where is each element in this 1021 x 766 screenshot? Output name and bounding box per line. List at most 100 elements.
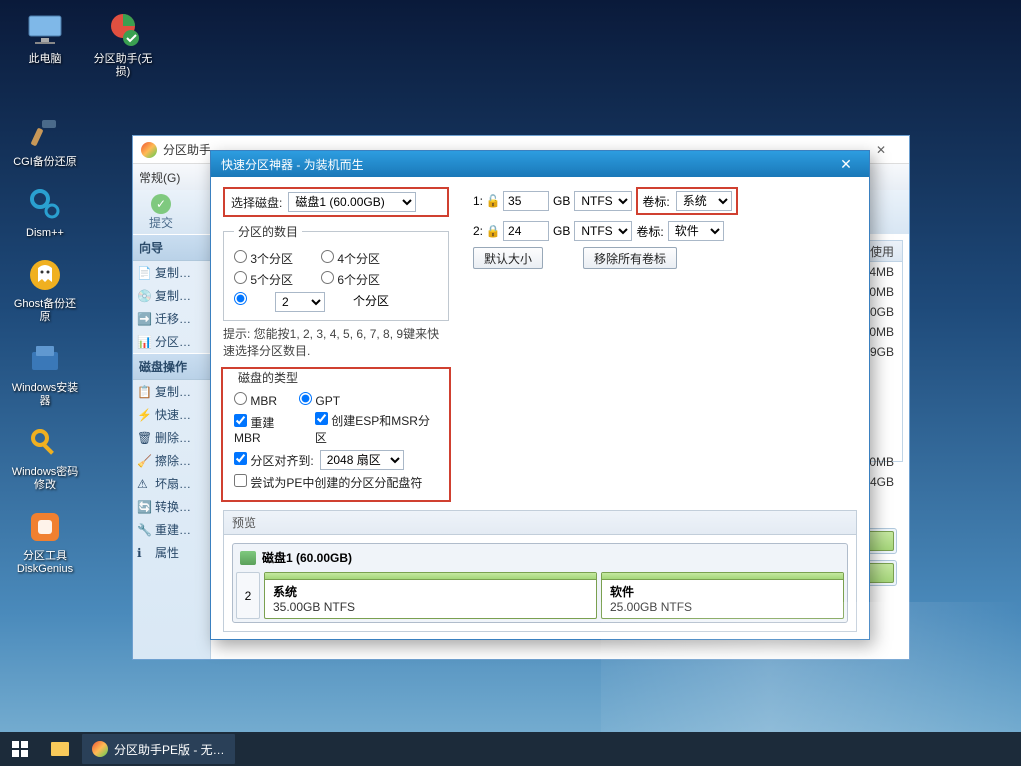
chk-create-esp[interactable]: 创建ESP和MSR分区 — [315, 412, 438, 446]
diskop-item[interactable]: ℹ属性 — [133, 541, 210, 564]
radio-4[interactable]: 4个分区 — [321, 250, 380, 267]
gb-label: GB — [553, 224, 570, 238]
gears-icon — [25, 184, 65, 224]
align-select[interactable]: 2048 扇区 — [320, 450, 404, 470]
vol-label-select-1[interactable]: 系统 — [676, 191, 732, 211]
check-icon: ✓ — [151, 194, 171, 214]
wizard-item[interactable]: 📊分区… — [133, 330, 210, 353]
select-disk-label: 选择磁盘: — [231, 194, 282, 211]
taskbar-app-label: 分区助手PE版 - 无… — [114, 741, 225, 758]
badsector-icon: ⚠ — [137, 477, 151, 491]
diskop-item[interactable]: 🔄转换… — [133, 495, 210, 518]
props-icon: ℹ — [137, 546, 151, 560]
disk-type-fieldset: 磁盘的类型 MBR GPT 重建MBR 创建ESP和MSR分区 分区对齐到: 2… — [223, 369, 449, 500]
desktop-icon-dism[interactable]: Dism++ — [10, 184, 80, 240]
disk-index: 2 — [236, 572, 260, 619]
start-button[interactable] — [0, 732, 40, 766]
diskop-item[interactable]: ⚡快速… — [133, 403, 210, 426]
gb-label: GB — [553, 194, 570, 208]
desktop-icon-this-pc[interactable]: 此电脑 — [10, 10, 80, 66]
migrate-icon: ➡️ — [137, 312, 151, 326]
default-size-button[interactable]: 默认大小 — [473, 247, 543, 269]
size-input-2[interactable] — [503, 221, 549, 241]
wizard-item[interactable]: 💿复制… — [133, 284, 210, 307]
fs-select-1[interactable]: NTFS — [574, 191, 632, 211]
preview-section: 预览 磁盘1 (60.00GB) 2 系统35.00GB NTFS 软件25.0… — [223, 510, 857, 632]
chk-align[interactable]: 分区对齐到: — [234, 452, 314, 469]
chk-rebuild-mbr[interactable]: 重建MBR — [234, 414, 299, 445]
disk-icon — [240, 551, 256, 565]
dialog-title-bar[interactable]: 快速分区神器 - 为装机而生 ✕ — [211, 151, 869, 177]
copy-icon: 📄 — [137, 266, 151, 280]
folder-icon — [51, 742, 69, 756]
radio-3[interactable]: 3个分区 — [234, 250, 293, 267]
vol-label-l: 卷标: — [636, 223, 663, 240]
dialog-title-text: 快速分区神器 - 为装机而生 — [221, 156, 825, 173]
wizard-item[interactable]: 📄复制… — [133, 261, 210, 284]
lock-open-icon[interactable]: 🔓 — [487, 195, 499, 207]
desktop-icon-win-pwd[interactable]: Windows密码修改 — [10, 423, 80, 492]
desktop-icon-cgi-backup[interactable]: CGI备份还原 — [10, 113, 80, 169]
taskbar: 分区助手PE版 - 无… — [0, 732, 1021, 766]
partition-count-legend: 分区的数目 — [234, 223, 302, 240]
desktop-icon-partition-assistant[interactable]: 分区助手(无损) — [88, 10, 158, 79]
app-icon — [141, 142, 157, 158]
rebuild-icon: 🔧 — [137, 523, 151, 537]
diskop-item[interactable]: 🗑删除… — [133, 426, 210, 449]
diskop-item[interactable]: 📋复制… — [133, 380, 210, 403]
select-disk-box: 选择磁盘: 磁盘1 (60.00GB) — [223, 187, 449, 217]
radio-gpt[interactable]: GPT — [299, 392, 340, 408]
preview-header: 预览 — [223, 510, 857, 535]
left-panel: 向导 📄复制… 💿复制… ➡️迁移… 📊分区… 磁盘操作 📋复制… ⚡快速… 🗑… — [133, 234, 211, 659]
copy-icon: 📋 — [137, 385, 151, 399]
desktop-icon-diskgenius[interactable]: 分区工具DiskGenius — [10, 507, 80, 576]
diskops-section: 磁盘操作 — [133, 353, 210, 380]
wizard-section: 向导 — [133, 234, 210, 261]
row-num: 2: — [473, 224, 483, 238]
diskop-item[interactable]: 🧹擦除… — [133, 449, 210, 472]
radio-custom[interactable] — [234, 292, 247, 312]
partition-icon: 📊 — [137, 335, 151, 349]
desktop-icon-ghost[interactable]: Ghost备份还原 — [10, 255, 80, 324]
copy-icon: 💿 — [137, 289, 151, 303]
computer-icon — [25, 10, 65, 50]
erase-icon: 🧹 — [137, 454, 151, 468]
note-text: 特别注意：执行此操作后，当前所选磁盘上已经存在的所有分区将被删除！按回车键开始分… — [223, 638, 857, 639]
remove-labels-button[interactable]: 移除所有卷标 — [583, 247, 677, 269]
select-disk-dropdown[interactable]: 磁盘1 (60.00GB) — [288, 192, 416, 212]
menu-general[interactable]: 常规(G) — [139, 169, 180, 186]
label-box-1: 卷标: 系统 — [636, 187, 737, 215]
lock-closed-icon[interactable]: 🔒 — [487, 225, 499, 237]
preview-partition-2: 软件25.00GB NTFS — [601, 572, 844, 619]
radio-5[interactable]: 5个分区 — [234, 271, 293, 288]
vol-label-l: 卷标: — [642, 193, 669, 210]
disk-preview: 磁盘1 (60.00GB) 2 系统35.00GB NTFS 软件25.00GB… — [232, 543, 848, 623]
desktop-icon-win-installer[interactable]: Windows安装器 — [10, 339, 80, 408]
quick-partition-dialog: 快速分区神器 - 为装机而生 ✕ 选择磁盘: 磁盘1 (60.00GB) 分区的… — [210, 150, 870, 640]
chk-pe-drive[interactable]: 尝试为PE中创建的分区分配盘符 — [234, 474, 422, 491]
diskop-item[interactable]: ⚠坏扇… — [133, 472, 210, 495]
disk-type-legend: 磁盘的类型 — [234, 369, 302, 386]
pie-check-icon — [103, 10, 143, 50]
fast-icon: ⚡ — [137, 408, 151, 422]
partition-row-2: 2: 🔒 GB NTFS 卷标: 软件 — [473, 221, 738, 241]
taskbar-explorer[interactable] — [42, 734, 78, 764]
taskbar-app[interactable]: 分区助手PE版 - 无… — [82, 734, 235, 764]
radio-mbr[interactable]: MBR — [234, 392, 277, 408]
dialog-close-button[interactable]: ✕ — [825, 152, 867, 176]
custom-count-select[interactable]: 2 — [275, 292, 325, 312]
app-icon — [92, 741, 108, 757]
radio-6[interactable]: 6个分区 — [321, 271, 380, 288]
wizard-item[interactable]: ➡️迁移… — [133, 307, 210, 330]
custom-suffix: 个分区 — [353, 292, 389, 312]
disk-name: 磁盘1 (60.00GB) — [262, 549, 352, 566]
diskop-item[interactable]: 🔧重建… — [133, 518, 210, 541]
size-input-1[interactable] — [503, 191, 549, 211]
toolbar-submit[interactable]: ✓提交 — [141, 194, 181, 231]
diskgenius-icon — [25, 507, 65, 547]
vol-label-select-2[interactable]: 软件 — [668, 221, 724, 241]
convert-icon: 🔄 — [137, 500, 151, 514]
ghost-icon — [25, 255, 65, 295]
hammer-icon — [25, 113, 65, 153]
fs-select-2[interactable]: NTFS — [574, 221, 632, 241]
